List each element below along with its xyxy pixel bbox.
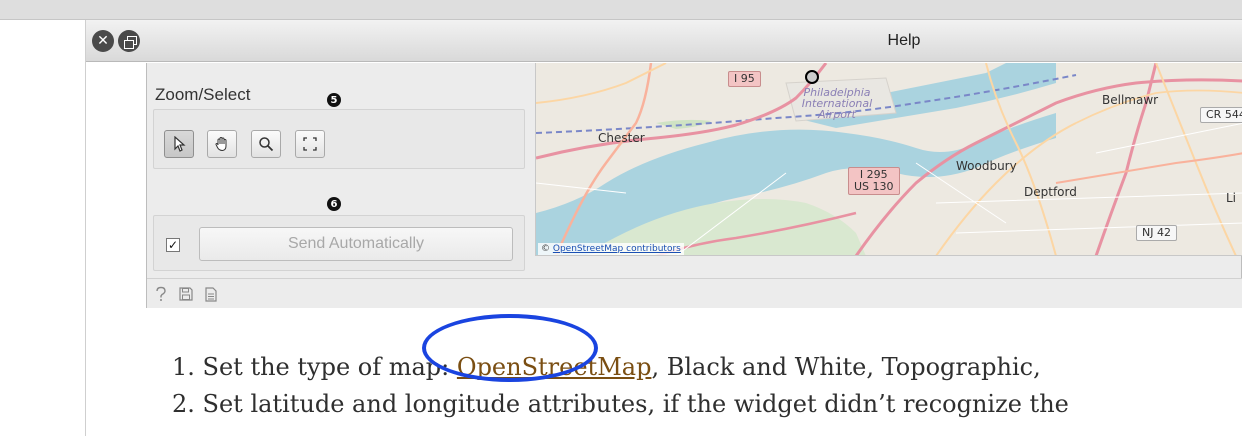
callout-badge-6: 6 [327, 197, 341, 211]
send-automatically-box: ✓ Send Automatically [153, 215, 525, 271]
help-page-content: Zoom/Select 5 6 ✓ Send Automatically I 9… [87, 63, 1242, 436]
attribution-link[interactable]: OpenStreetMap contributors [553, 244, 681, 254]
pan-tool-button[interactable] [207, 130, 237, 158]
fit-screen-icon [303, 137, 317, 151]
help-icon[interactable] [153, 286, 169, 302]
callout-badge-5: 5 [327, 93, 341, 107]
control-panel: Zoom/Select 5 6 ✓ Send Automatically [147, 63, 532, 278]
send-automatically-button[interactable]: Send Automatically [199, 227, 513, 261]
fit-to-window-button[interactable] [295, 130, 325, 158]
map-label-woodbury: Woodbury [956, 159, 1017, 173]
map-shield-cr544: CR 544 [1200, 107, 1242, 123]
instruction-step-2: 2. Set latitude and longitude attributes… [172, 390, 1069, 418]
send-automatically-checkbox[interactable]: ✓ [166, 238, 180, 252]
widget-status-bar [147, 278, 1242, 308]
help-window-titlebar: ✕ Help [86, 20, 1242, 62]
map-label-chester: Chester [598, 131, 645, 145]
map-shield-nj42: NJ 42 [1136, 225, 1177, 241]
top-strip [0, 0, 1242, 20]
left-gutter [0, 20, 86, 436]
window-title: Help [887, 32, 921, 49]
map-view[interactable]: I 95 Philadelphia International Airport … [535, 63, 1242, 256]
map-shield-us130-text: US 130 [854, 180, 894, 193]
zoom-tool-button[interactable] [251, 130, 281, 158]
map-label-bellmawr: Bellmawr [1102, 93, 1159, 107]
map-attribution: © OpenStreetMap contributors [538, 243, 684, 255]
geo-map-widget-screenshot: Zoom/Select 5 6 ✓ Send Automatically I 9… [146, 63, 1242, 308]
map-label-li: Li [1226, 191, 1237, 205]
map-shield-i295: I 295 US 130 [848, 167, 900, 195]
instruction-step-1: 1. Set the type of map: OpenStreetMap, B… [172, 353, 1041, 381]
report-icon[interactable] [203, 286, 219, 302]
hand-icon [215, 136, 227, 152]
step1-suffix: , Black and White, Topographic, [651, 353, 1041, 381]
map-shield-i95: I 95 [728, 71, 761, 87]
map-label-deptford: Deptford [1024, 185, 1077, 199]
save-icon[interactable] [178, 286, 194, 302]
zoom-select-toolbox [153, 109, 525, 169]
step1-prefix: 1. Set the type of map: [172, 353, 457, 381]
highlight-ellipse [422, 314, 598, 382]
pointer-tool-button[interactable] [164, 130, 194, 158]
zoom-select-title: Zoom/Select [155, 85, 251, 104]
map-label-airport: Philadelphia International Airport [801, 86, 873, 121]
pointer-icon [174, 136, 186, 152]
attribution-prefix: © [541, 244, 553, 254]
magnifier-icon [259, 137, 274, 152]
